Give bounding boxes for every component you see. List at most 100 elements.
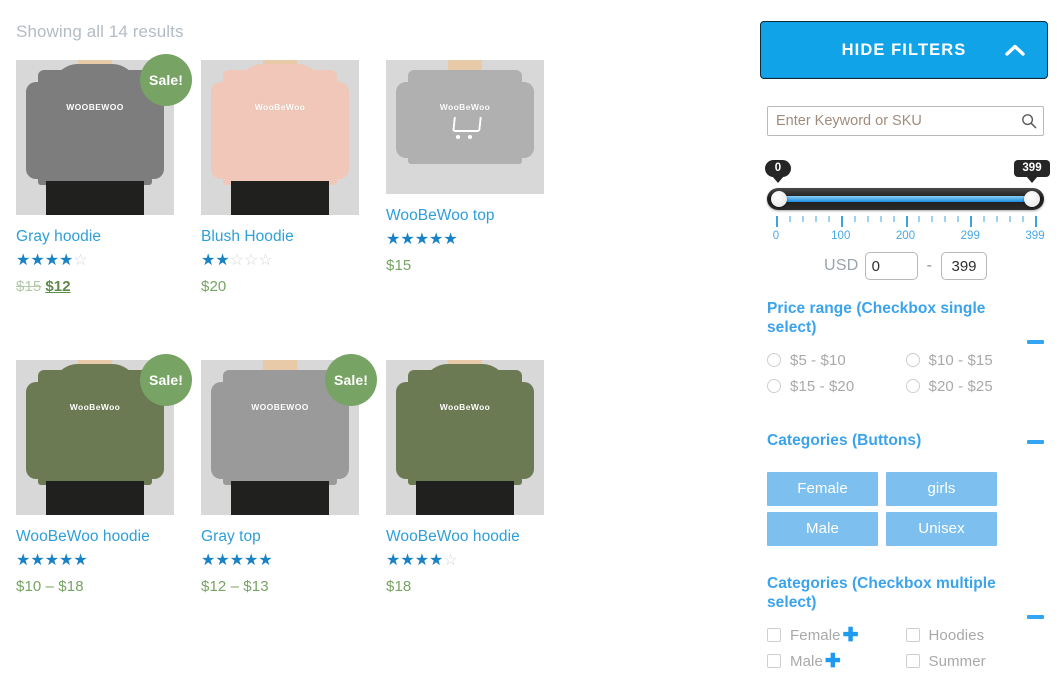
- product-image[interactable]: WooBeWoo: [386, 60, 544, 194]
- slider-tick-label: 0: [772, 230, 780, 242]
- product-price: $15: [386, 257, 412, 275]
- product-filter-page: Showing all 14 results WOOBEWOO Sale! Gray…: [0, 0, 1064, 688]
- filter-section-title: Categories (Checkbox multiple select): [767, 575, 996, 611]
- product-title[interactable]: Gray top: [201, 527, 359, 546]
- product-title[interactable]: WooBeWoo hoodie: [386, 527, 544, 546]
- product-thumb-wrap[interactable]: WOOBEWOO Sale!: [201, 354, 377, 515]
- product-price: $10 – $18: [16, 578, 84, 596]
- product-row-1: WOOBEWOO Sale! Gray hoodie ★★★★☆ $15 $12 WooBe…: [16, 54, 728, 360]
- product-title[interactable]: WooBeWoo top: [386, 206, 544, 225]
- slider-ticks: [767, 216, 1044, 230]
- checkbox-icon[interactable]: [767, 628, 781, 643]
- filter-section-title: Price range (Checkbox single select): [767, 300, 986, 336]
- checkbox-icon[interactable]: [905, 628, 920, 643]
- option-label: Summer: [928, 652, 986, 670]
- product-price: $12 – $13: [201, 578, 269, 596]
- price-inputs-row: USD -: [767, 252, 1044, 280]
- product-grid: WOOBEWOO Sale! Gray hoodie ★★★★☆ $15 $12 WooBe…: [16, 54, 728, 660]
- slider-max-tooltip: 399: [1014, 160, 1050, 177]
- product-card[interactable]: WooBeWoo Sale! WooBeWoo hoodie ★★★★★ $10 – $…: [16, 354, 192, 596]
- radio-icon[interactable]: [905, 379, 920, 394]
- product-thumb-wrap[interactable]: WOOBEWOO Sale!: [16, 54, 192, 215]
- radio-icon[interactable]: [767, 379, 781, 394]
- minus-icon[interactable]: [1027, 440, 1044, 444]
- product-rating: ★★★★☆: [386, 552, 458, 570]
- search-input[interactable]: [767, 106, 1044, 136]
- option-label: Hoodies: [928, 626, 985, 644]
- option-label: $10 - $15: [928, 351, 993, 369]
- slider-handle-max[interactable]: [1024, 191, 1040, 207]
- sale-badge: Sale!: [140, 354, 192, 406]
- filter-section-categories-checkbox: Categories (Checkbox multiple select) Fe…: [767, 575, 1044, 674]
- product-card[interactable]: WOOBEWOO Sale! Gray top ★★★★★ $12 – $13: [201, 354, 377, 596]
- slider-min-tooltip: 0: [765, 160, 791, 177]
- plus-icon[interactable]: ✚: [825, 652, 841, 671]
- product-card[interactable]: WooBeWoo Blush Hoodie ★★☆☆☆ $20: [201, 60, 359, 295]
- category-button[interactable]: Female: [767, 471, 878, 506]
- category-checkbox-options: Female ✚ Hoodies Male ✚ Summer: [767, 622, 1044, 674]
- price-range-options: $5 - $10 $10 - $15 $15 - $20 $20 - $25: [767, 347, 1044, 399]
- category-button[interactable]: girls: [886, 471, 997, 506]
- checkbox-icon[interactable]: [905, 654, 920, 669]
- price-range-option[interactable]: $15 - $20: [767, 373, 906, 399]
- currency-label: USD: [823, 257, 859, 274]
- price-range-option[interactable]: $20 - $25: [905, 373, 1045, 399]
- hide-filters-label: HIDE FILTERS: [841, 40, 967, 59]
- price-range-option[interactable]: $10 - $15: [905, 347, 1045, 373]
- plus-icon[interactable]: ✚: [843, 626, 859, 645]
- filter-section-title: Categories (Buttons): [767, 432, 922, 449]
- products-column: Showing all 14 results WOOBEWOO Sale! Gray…: [0, 0, 745, 688]
- checkbox-icon[interactable]: [767, 654, 781, 669]
- slider-handle-min[interactable]: [771, 191, 787, 207]
- category-option[interactable]: Summer: [905, 648, 1045, 674]
- product-card[interactable]: WooBeWoo WooBeWoo top ★★★★★ $15: [386, 60, 544, 274]
- price-range-slider[interactable]: 0 399 0 100 200 299 399 USD -: [765, 160, 1050, 285]
- price-range-separator: -: [926, 257, 932, 274]
- product-title[interactable]: Blush Hoodie: [201, 227, 359, 246]
- product-price: $20: [201, 278, 227, 296]
- product-card[interactable]: WooBeWoo WooBeWoo hoodie ★★★★☆ $18: [386, 360, 544, 595]
- product-row-2: WooBeWoo Sale! WooBeWoo hoodie ★★★★★ $10 – $…: [16, 354, 728, 660]
- option-label: $15 - $20: [790, 377, 855, 395]
- product-title[interactable]: WooBeWoo hoodie: [16, 527, 174, 546]
- category-option[interactable]: Female ✚: [767, 622, 906, 648]
- product-rating: ★★☆☆☆: [201, 252, 273, 270]
- product-image[interactable]: WooBeWoo: [386, 360, 544, 515]
- product-image[interactable]: WooBeWoo: [201, 60, 359, 215]
- slider-tick-label: 100: [831, 230, 851, 242]
- price-max-input[interactable]: [941, 252, 987, 280]
- search-row: [767, 106, 1044, 136]
- product-rating: ★★★★★: [201, 552, 273, 570]
- option-label: Male: [790, 652, 823, 670]
- category-option[interactable]: Hoodies: [905, 622, 1045, 648]
- price-range-option[interactable]: $5 - $10: [767, 347, 906, 373]
- radio-icon[interactable]: [767, 353, 781, 368]
- product-title[interactable]: Gray hoodie: [16, 227, 174, 246]
- slider-fill: [777, 196, 1034, 202]
- category-button[interactable]: Male: [767, 511, 878, 546]
- filter-section-categories-buttons: Categories (Buttons) Female girls Male Unis…: [767, 432, 1044, 546]
- slider-tick-label: 299: [960, 230, 980, 242]
- search-icon[interactable]: [1020, 112, 1038, 130]
- sale-badge: Sale!: [140, 54, 192, 106]
- product-card[interactable]: WOOBEWOO Sale! Gray hoodie ★★★★☆ $15 $12: [16, 54, 192, 295]
- product-price: $18: [386, 578, 412, 596]
- filter-section-price-range: Price range (Checkbox single select) $5 …: [767, 300, 1044, 399]
- price-min-input[interactable]: [864, 252, 918, 280]
- option-label: $20 - $25: [928, 377, 993, 395]
- slider-track[interactable]: [767, 188, 1044, 210]
- product-rating: ★★★★☆: [16, 252, 88, 270]
- slider-tick-label: 399: [1025, 230, 1045, 242]
- radio-icon[interactable]: [905, 353, 920, 368]
- product-thumb-wrap[interactable]: WooBeWoo: [386, 360, 544, 515]
- category-button[interactable]: Unisex: [886, 511, 997, 546]
- category-option[interactable]: Male ✚: [767, 648, 906, 674]
- product-thumb-wrap[interactable]: WooBeWoo: [201, 60, 359, 215]
- hide-filters-button[interactable]: HIDE FILTERS: [760, 21, 1048, 79]
- filter-sidebar: HIDE FILTERS 0 399: [756, 0, 1056, 688]
- product-thumb-wrap[interactable]: WooBeWoo Sale!: [16, 354, 192, 515]
- minus-icon[interactable]: [1027, 340, 1044, 344]
- product-thumb-wrap[interactable]: WooBeWoo: [386, 60, 544, 194]
- product-rating: ★★★★★: [16, 552, 88, 570]
- minus-icon[interactable]: [1027, 615, 1044, 619]
